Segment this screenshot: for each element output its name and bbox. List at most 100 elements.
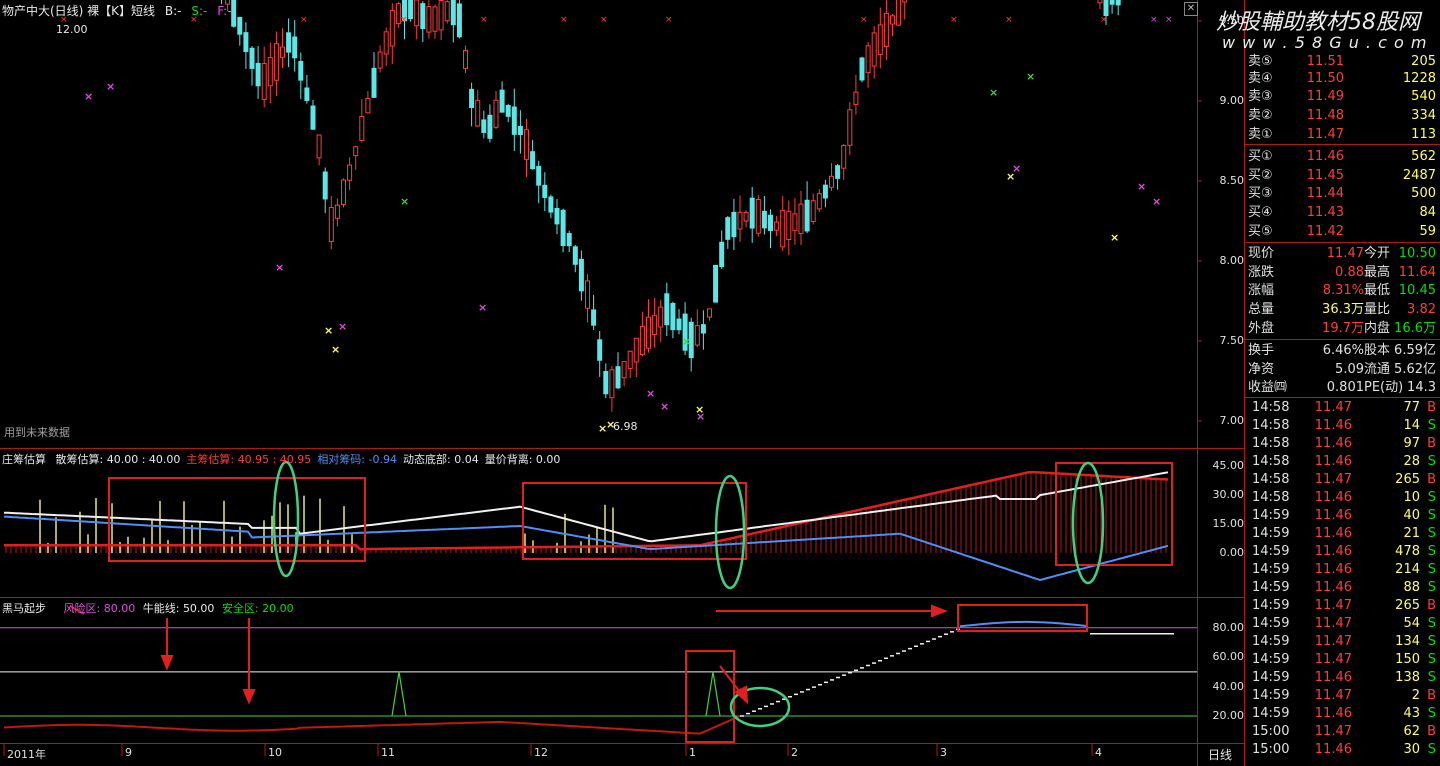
quote-value: 11.47 [1326, 246, 1364, 261]
tick-row: 14:59 11.47 54 S [1248, 615, 1440, 633]
date-axis-label: 10 [268, 746, 282, 759]
tick-volume: 150 [1395, 652, 1420, 667]
price-tick-label: 7.00 [1219, 414, 1245, 427]
candle [755, 195, 761, 237]
candle [780, 195, 786, 251]
quote-value: 10.50 [1398, 246, 1436, 261]
tick-side: B [1427, 436, 1436, 451]
indicator1-item-label: 量价背离: [484, 453, 533, 466]
candle [822, 179, 828, 208]
top-signal-marker: × [600, 15, 608, 25]
signal-marker: × [646, 387, 655, 400]
quote-label: 总量 [1248, 302, 1275, 318]
candle [676, 309, 682, 335]
candle [597, 331, 603, 377]
top-signal-marker: × [560, 15, 568, 25]
candle [341, 178, 346, 208]
panel-separator [1245, 339, 1440, 340]
tick-side: S [1427, 580, 1436, 595]
ask-volume: 113 [1411, 127, 1436, 142]
candle [450, 0, 456, 43]
tick-side: B [1427, 472, 1436, 487]
quote-value: 10.45 [1398, 283, 1436, 299]
ask-row: 卖④ 11.50 1228 [1248, 69, 1440, 88]
period-label[interactable]: 日线 [1208, 746, 1232, 763]
tick-time: 14:58 [1252, 418, 1290, 433]
quote-value: 19.7万 [1322, 320, 1364, 336]
candle [609, 365, 615, 412]
tick-price: 11.46 [1314, 670, 1352, 685]
candle [578, 250, 584, 301]
quote-row: 外盘 19.7万 内盘 16.6万 [1248, 319, 1440, 338]
candle [646, 299, 651, 353]
candle [328, 195, 334, 250]
bid-label: 买② [1248, 167, 1273, 183]
tick-volume: 30 [1403, 742, 1420, 757]
signal-marker: × [324, 324, 333, 337]
fundamental-label: 净资 [1248, 361, 1275, 377]
candle [280, 28, 285, 68]
quote-label: 外盘 [1248, 320, 1275, 336]
signal-marker: × [989, 86, 998, 99]
candle [371, 52, 377, 98]
signal-marker: × [338, 320, 347, 333]
indicator1-item: 动态底部: 0.04 [403, 453, 479, 466]
bid-price: 11.43 [1306, 205, 1344, 221]
candle [847, 102, 853, 155]
tick-time: 14:59 [1252, 616, 1290, 631]
panel-separator [1245, 144, 1440, 145]
tick-price: 11.46 [1314, 526, 1352, 541]
signal-marker: × [400, 195, 409, 208]
tick-volume: 54 [1403, 616, 1420, 631]
signal-marker: × [84, 90, 93, 103]
candle [731, 198, 737, 251]
tick-row: 15:00 11.46 30 S [1248, 741, 1440, 759]
bid-price: 11.45 [1306, 167, 1344, 183]
quote-row: 总量 36.3万 量比 3.82 [1248, 300, 1440, 319]
fundamental-row: 换手 6.46% 股本 6.59亿 [1248, 341, 1440, 360]
top-signal-marker: × [950, 15, 958, 25]
tick-side: S [1427, 616, 1436, 631]
candle [883, 0, 889, 61]
candle [707, 308, 712, 321]
tick-time: 14:59 [1252, 706, 1290, 721]
tick-time: 14:59 [1252, 544, 1290, 559]
candle [835, 163, 841, 190]
tick-volume: 43 [1403, 706, 1420, 721]
candle [572, 244, 578, 273]
date-axis-label: 1 [689, 746, 696, 759]
tick-time: 14:59 [1252, 526, 1290, 541]
candle [322, 167, 328, 214]
candle [670, 301, 676, 339]
signal-marker: × [1110, 231, 1119, 244]
annotation-oval-1 [272, 460, 300, 578]
ask-row: 卖① 11.47 113 [1248, 125, 1440, 144]
bid-price: 11.42 [1306, 223, 1344, 239]
tick-side: S [1427, 490, 1436, 505]
indicator1-item-value: 0.04 [450, 453, 479, 466]
candle [566, 230, 572, 253]
candle [1109, 0, 1115, 14]
tick-time: 14:58 [1252, 454, 1290, 469]
tick-volume: 21 [1403, 526, 1420, 541]
candle [231, 0, 237, 28]
bid-volume: 2487 [1402, 167, 1436, 183]
tick-price: 11.46 [1314, 544, 1352, 559]
candle [499, 81, 505, 113]
candle [420, 1, 426, 43]
indicator1-tick-label: 45.00 [1212, 459, 1245, 473]
candle [511, 88, 517, 152]
bull-line-value: 50.00 [182, 602, 215, 615]
indicator1-item-label: 散筹估算: [55, 453, 104, 466]
candle [890, 14, 895, 37]
bid-label: 买⑤ [1248, 223, 1273, 239]
quote-label: 涨幅 [1248, 283, 1275, 299]
stock-terminal: × × × × × × × × × × × × × × × × × × × × × × × × × × × × × × × × × × × × 物产 [0, 0, 1440, 766]
kline-chart[interactable]: ××××××××××××××××××××××× × × × × × × × × × × × × × [0, 0, 1245, 766]
candle [658, 299, 664, 343]
f-label: F: [217, 4, 228, 18]
ask-volume: 540 [1411, 89, 1436, 104]
top-signal-marker: × [1165, 15, 1173, 25]
tick-time: 14:59 [1252, 562, 1290, 577]
tick-side: B [1427, 400, 1436, 415]
